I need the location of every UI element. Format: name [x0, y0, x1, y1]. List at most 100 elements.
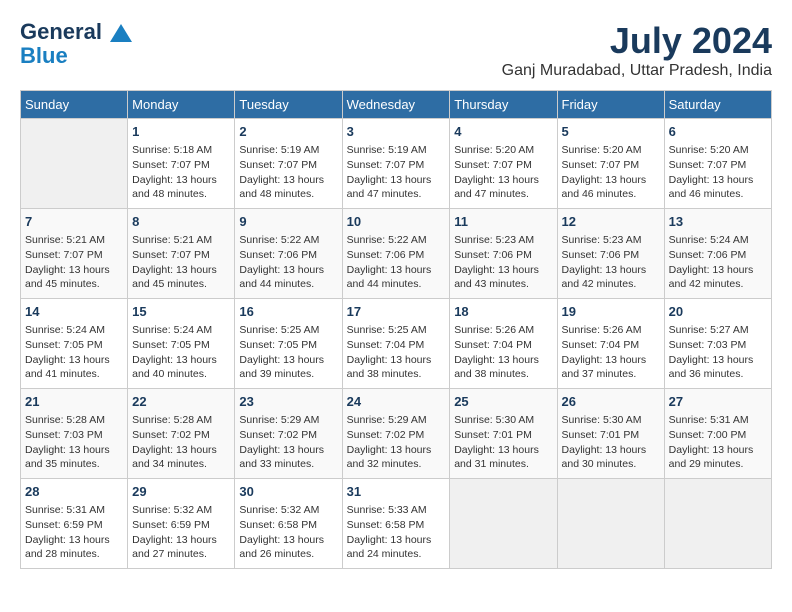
logo-icon — [110, 24, 132, 42]
day-info: Sunrise: 5:25 AM Sunset: 7:04 PM Dayligh… — [347, 323, 446, 382]
calendar-cell — [557, 479, 664, 569]
day-header-sunday: Sunday — [21, 91, 128, 119]
day-number: 16 — [239, 303, 337, 321]
calendar-cell: 31Sunrise: 5:33 AM Sunset: 6:58 PM Dayli… — [342, 479, 450, 569]
calendar-cell: 17 Sunrise: 5:25 AM Sunset: 7:04 PM Dayli… — [342, 299, 450, 389]
calendar-cell: 16Sunrise: 5:25 AM Sunset: 7:05 PM Dayli… — [235, 299, 342, 389]
day-info: Sunrise: 5:21 AM Sunset: 7:07 PM Dayligh… — [25, 233, 123, 292]
calendar-cell: 7 Sunrise: 5:21 AM Sunset: 7:07 PM Daylig… — [21, 209, 128, 299]
header-row: SundayMondayTuesdayWednesdayThursdayFrid… — [21, 91, 772, 119]
calendar-cell: 4Sunrise: 5:20 AM Sunset: 7:07 PM Daylig… — [450, 119, 557, 209]
calendar-cell: 8 Sunrise: 5:21 AM Sunset: 7:07 PM Daylig… — [128, 209, 235, 299]
day-number: 13 — [669, 213, 767, 231]
calendar-cell: 10 Sunrise: 5:22 AM Sunset: 7:06 PM Dayli… — [342, 209, 450, 299]
day-number: 27 — [669, 393, 767, 411]
day-info: Sunrise: 5:30 AM Sunset: 7:01 PM Dayligh… — [454, 413, 552, 472]
day-info: Sunrise: 5:21 AM Sunset: 7:07 PM Dayligh… — [132, 233, 230, 292]
calendar-cell: 18 Sunrise: 5:26 AM Sunset: 7:04 PM Dayli… — [450, 299, 557, 389]
calendar-cell: 14Sunrise: 5:24 AM Sunset: 7:05 PM Dayli… — [21, 299, 128, 389]
title-area: July 2024 Ganj Muradabad, Uttar Pradesh,… — [502, 20, 772, 80]
day-number: 9 — [239, 213, 337, 231]
day-number: 23 — [239, 393, 337, 411]
calendar-cell: 28 Sunrise: 5:31 AM Sunset: 6:59 PM Dayli… — [21, 479, 128, 569]
calendar-cell: 19 Sunrise: 5:26 AM Sunset: 7:04 PM Dayli… — [557, 299, 664, 389]
day-info: Sunrise: 5:19 AM Sunset: 7:07 PM Dayligh… — [347, 143, 446, 202]
calendar-cell: 3 Sunrise: 5:19 AM Sunset: 7:07 PM Daylig… — [342, 119, 450, 209]
day-info: Sunrise: 5:18 AM Sunset: 7:07 PM Dayligh… — [132, 143, 230, 202]
calendar-cell: 15 Sunrise: 5:24 AM Sunset: 7:05 PM Dayli… — [128, 299, 235, 389]
day-number: 17 — [347, 303, 446, 321]
day-info: Sunrise: 5:28 AM Sunset: 7:03 PM Dayligh… — [25, 413, 123, 472]
logo-blue: Blue — [20, 44, 68, 68]
day-info: Sunrise: 5:20 AM Sunset: 7:07 PM Dayligh… — [669, 143, 767, 202]
day-number: 15 — [132, 303, 230, 321]
day-number: 3 — [347, 123, 446, 141]
day-info: Sunrise: 5:29 AM Sunset: 7:02 PM Dayligh… — [347, 413, 446, 472]
day-number: 31 — [347, 483, 446, 501]
location-label: Ganj Muradabad, Uttar Pradesh, India — [502, 62, 772, 80]
day-header-wednesday: Wednesday — [342, 91, 450, 119]
calendar-cell: 12 Sunrise: 5:23 AM Sunset: 7:06 PM Dayli… — [557, 209, 664, 299]
day-number: 19 — [562, 303, 660, 321]
day-info: Sunrise: 5:22 AM Sunset: 7:06 PM Dayligh… — [239, 233, 337, 292]
day-number: 2 — [239, 123, 337, 141]
calendar-cell — [664, 479, 771, 569]
day-info: Sunrise: 5:31 AM Sunset: 6:59 PM Dayligh… — [25, 503, 123, 562]
day-number: 12 — [562, 213, 660, 231]
week-row-5: 28 Sunrise: 5:31 AM Sunset: 6:59 PM Dayli… — [21, 479, 772, 569]
calendar-cell — [21, 119, 128, 209]
day-header-monday: Monday — [128, 91, 235, 119]
day-info: Sunrise: 5:28 AM Sunset: 7:02 PM Dayligh… — [132, 413, 230, 472]
calendar-cell: 24 Sunrise: 5:29 AM Sunset: 7:02 PM Dayli… — [342, 389, 450, 479]
logo-general: General — [20, 20, 132, 44]
day-number: 25 — [454, 393, 552, 411]
week-row-2: 7 Sunrise: 5:21 AM Sunset: 7:07 PM Daylig… — [21, 209, 772, 299]
day-info: Sunrise: 5:31 AM Sunset: 7:00 PM Dayligh… — [669, 413, 767, 472]
day-number: 28 — [25, 483, 123, 501]
week-row-3: 14 Sunrise: 5:24 AM Sunset: 7:05 PM Dayli… — [21, 299, 772, 389]
calendar-cell: 22 Sunrise: 5:28 AM Sunset: 7:02 PM Dayli… — [128, 389, 235, 479]
day-number: 6 — [669, 123, 767, 141]
calendar-cell: 30Sunrise: 5:32 AM Sunset: 6:58 PM Dayli… — [235, 479, 342, 569]
day-number: 24 — [347, 393, 446, 411]
day-info: Sunrise: 5:22 AM Sunset: 7:06 PM Dayligh… — [347, 233, 446, 292]
day-number: 7 — [25, 213, 123, 231]
day-number: 14 — [25, 303, 123, 321]
week-row-1: 1 Sunrise: 5:18 AM Sunset: 7:07 PM Daylig… — [21, 119, 772, 209]
calendar-cell: 27 Sunrise: 5:31 AM Sunset: 7:00 PM Dayli… — [664, 389, 771, 479]
day-info: Sunrise: 5:29 AM Sunset: 7:02 PM Dayligh… — [239, 413, 337, 472]
calendar-cell: 5 Sunrise: 5:20 AM Sunset: 7:07 PM Daylig… — [557, 119, 664, 209]
day-number: 10 — [347, 213, 446, 231]
day-info: Sunrise: 5:20 AM Sunset: 7:07 PM Dayligh… — [562, 143, 660, 202]
day-number: 1 — [132, 123, 230, 141]
day-info: Sunrise: 5:27 AM Sunset: 7:03 PM Dayligh… — [669, 323, 767, 382]
calendar-cell: 29 Sunrise: 5:32 AM Sunset: 6:59 PM Dayli… — [128, 479, 235, 569]
month-year-title: July 2024 — [502, 20, 772, 62]
calendar-cell: 6 Sunrise: 5:20 AM Sunset: 7:07 PM Daylig… — [664, 119, 771, 209]
day-header-friday: Friday — [557, 91, 664, 119]
day-number: 18 — [454, 303, 552, 321]
calendar-cell: 25 Sunrise: 5:30 AM Sunset: 7:01 PM Dayli… — [450, 389, 557, 479]
day-number: 5 — [562, 123, 660, 141]
day-info: Sunrise: 5:24 AM Sunset: 7:05 PM Dayligh… — [132, 323, 230, 382]
calendar-cell: 23 Sunrise: 5:29 AM Sunset: 7:02 PM Dayli… — [235, 389, 342, 479]
day-info: Sunrise: 5:23 AM Sunset: 7:06 PM Dayligh… — [562, 233, 660, 292]
day-number: 29 — [132, 483, 230, 501]
calendar-cell: 11 Sunrise: 5:23 AM Sunset: 7:06 PM Dayli… — [450, 209, 557, 299]
day-info: Sunrise: 5:24 AM Sunset: 7:06 PM Dayligh… — [669, 233, 767, 292]
day-info: Sunrise: 5:19 AM Sunset: 7:07 PM Dayligh… — [239, 143, 337, 202]
day-info: Sunrise: 5:23 AM Sunset: 7:06 PM Dayligh… — [454, 233, 552, 292]
day-info: Sunrise: 5:32 AM Sunset: 6:59 PM Dayligh… — [132, 503, 230, 562]
calendar-cell: 1 Sunrise: 5:18 AM Sunset: 7:07 PM Daylig… — [128, 119, 235, 209]
day-number: 22 — [132, 393, 230, 411]
day-info: Sunrise: 5:26 AM Sunset: 7:04 PM Dayligh… — [454, 323, 552, 382]
calendar-cell: 2 Sunrise: 5:19 AM Sunset: 7:07 PM Daylig… — [235, 119, 342, 209]
day-number: 21 — [25, 393, 123, 411]
day-number: 8 — [132, 213, 230, 231]
day-number: 4 — [454, 123, 552, 141]
day-header-saturday: Saturday — [664, 91, 771, 119]
day-info: Sunrise: 5:30 AM Sunset: 7:01 PM Dayligh… — [562, 413, 660, 472]
day-info: Sunrise: 5:26 AM Sunset: 7:04 PM Dayligh… — [562, 323, 660, 382]
calendar-cell: 26Sunrise: 5:30 AM Sunset: 7:01 PM Dayli… — [557, 389, 664, 479]
day-number: 11 — [454, 213, 552, 231]
